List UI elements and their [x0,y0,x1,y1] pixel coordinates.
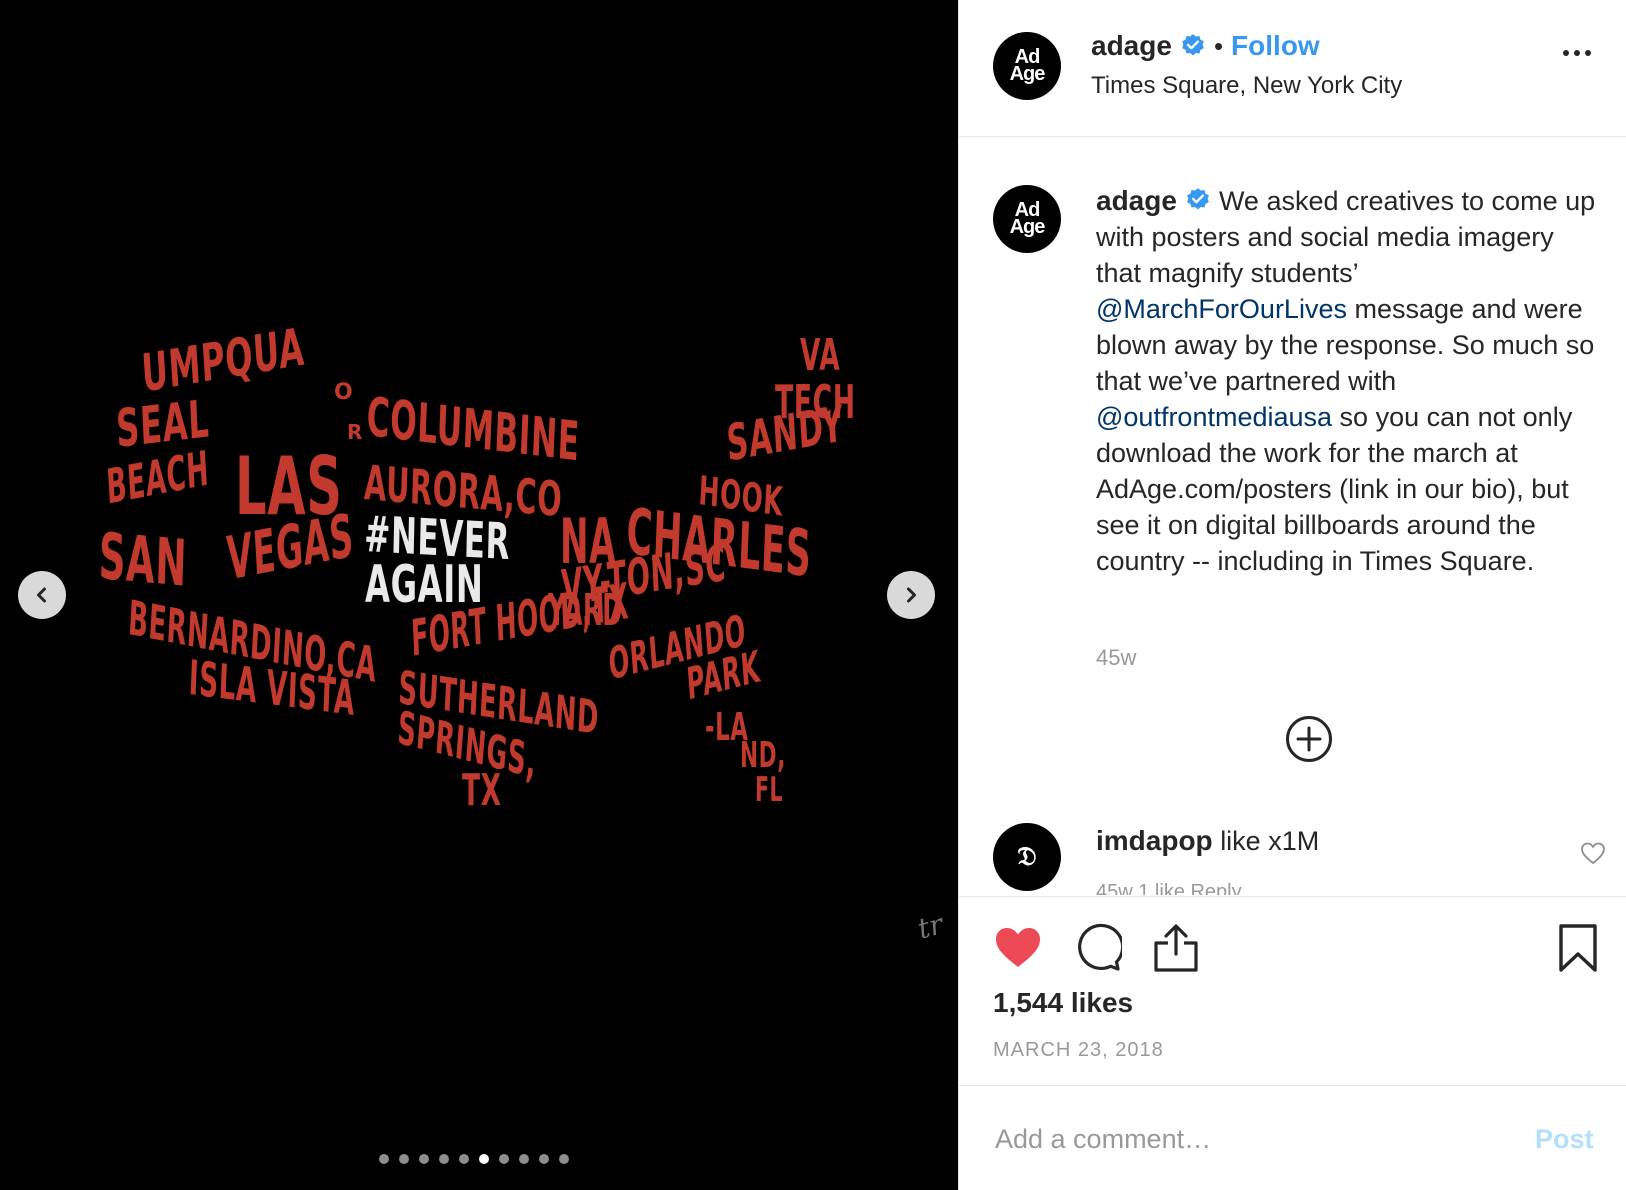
post-comment-button[interactable]: Post [1535,1124,1594,1155]
bookmark-icon[interactable] [1553,923,1603,973]
mention-link[interactable]: @outfrontmediausa [1096,402,1332,432]
avatar-text: Age [1009,63,1046,85]
post-media[interactable]: UMPQUA O R COLUMBINE VA SEAL TECH BEACH … [0,0,958,1190]
comment-username[interactable]: imdapop [1096,825,1213,856]
previous-slide-button[interactable] [18,571,66,619]
chevron-right-icon [907,587,916,603]
chevron-left-icon [37,587,46,603]
carousel-dot [499,1154,509,1164]
comment-meta[interactable]: 45w 1 like Reply [1096,881,1242,895]
poster-word: FL [755,770,784,810]
artist-signature: tr [914,907,947,946]
carousel-dot [539,1154,549,1164]
heart-filled-icon[interactable] [993,923,1043,973]
location-link[interactable]: Times Square, New York City [1091,72,1402,100]
verified-badge-icon [1182,34,1204,56]
post-caption: adage We asked creatives to come up with … [1096,183,1596,579]
add-circle-icon[interactable] [1285,715,1333,763]
caption-username[interactable]: adage [1096,185,1177,216]
poster-word: VA [800,330,841,381]
mention-link[interactable]: @MarchForOurLives [1096,294,1347,324]
avatar[interactable]: Ad Age [993,32,1061,100]
comment-box: Post [959,1086,1626,1190]
username-link[interactable]: adage [1091,30,1172,62]
comments-section[interactable]: Ad Age adage We asked creatives to come u… [959,137,1626,895]
carousel-dot [439,1154,449,1164]
carousel-dot [379,1154,389,1164]
carousel-dot [479,1154,489,1164]
likes-count[interactable]: 1,544 likes [993,987,1133,1019]
poster-word: SAN [97,520,189,602]
post-header: Ad Age adage • Follow Times Square, New … [959,0,1626,137]
carousel-dot [519,1154,529,1164]
verified-badge-icon [1187,188,1209,210]
carousel-dot [459,1154,469,1164]
post-side-panel: Ad Age adage • Follow Times Square, New … [958,0,1626,1190]
poster-word: UMPQUA [140,317,307,405]
comment-input[interactable] [993,1116,1517,1162]
comment-icon[interactable] [1072,923,1122,973]
poster-word: SANDY [725,394,846,473]
avatar[interactable]: Ad Age [993,185,1061,253]
poster-word: O [334,380,354,405]
carousel-indicator [379,1154,569,1164]
poster-word: R [347,420,364,444]
comment-text: like x1M [1220,826,1320,856]
commenter-avatar[interactable]: 𝔇 [993,823,1061,891]
more-options-icon[interactable] [1563,50,1591,56]
carousel-dot [559,1154,569,1164]
post-time[interactable]: 45w [1096,645,1136,671]
follow-button[interactable]: Follow [1231,30,1320,62]
avatar-text: Age [1009,216,1046,238]
next-slide-button[interactable] [887,571,935,619]
carousel-dot [399,1154,409,1164]
heart-outline-icon[interactable] [1580,841,1606,865]
separator-dot: • [1213,30,1224,61]
carousel-dot [419,1154,429,1164]
share-icon[interactable] [1151,923,1201,973]
comment-row: imdapop like x1M [1096,825,1319,857]
poster-word: TX [462,765,502,816]
post-actions: 1,544 likes MARCH 23, 2018 [959,896,1626,1086]
post-date: MARCH 23, 2018 [993,1039,1164,1061]
